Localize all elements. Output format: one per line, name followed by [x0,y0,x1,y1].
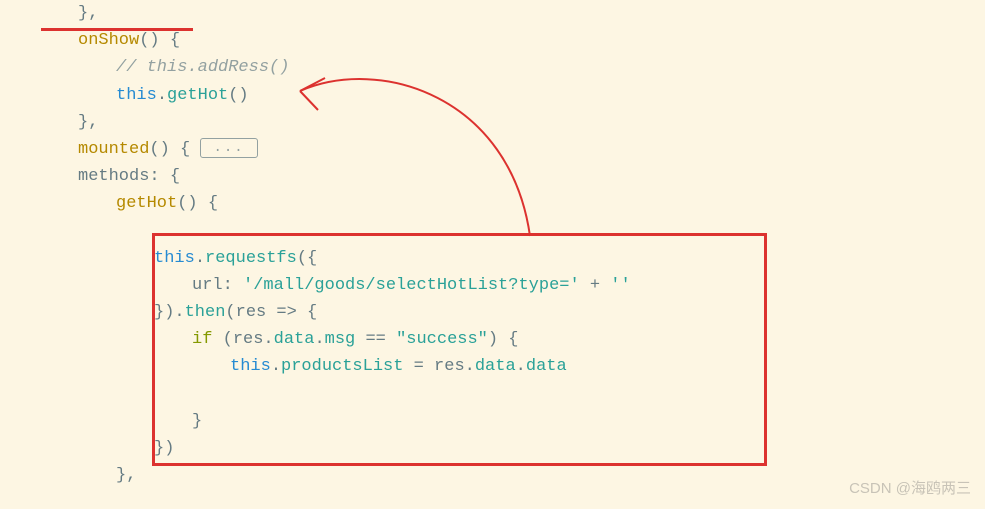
comment-text: // this.addRess() [116,58,289,77]
method-name: mounted [78,140,149,159]
this-keyword: this [116,86,157,105]
method-name: onShow [78,31,139,50]
function-call: getHot [167,86,228,105]
code-line: }, [40,109,985,136]
code-line: methods: { [40,163,985,190]
method-name: getHot [116,194,177,213]
code-fold-button[interactable]: ... [200,138,257,158]
watermark-text: CSDN @海鸥两三 [849,477,971,501]
code-line: onShow() { [40,27,985,54]
red-underline-annotation [41,28,193,31]
code-line: getHot() { [40,190,985,217]
red-box-annotation [152,233,767,466]
code-line: }, [40,0,985,27]
code-line: // this.addRess() [40,54,985,81]
property-name: methods [78,167,149,186]
brace-text: }, [78,4,98,23]
code-line: mounted() { ... [40,136,985,163]
code-line: }, [40,462,985,489]
code-line: this.getHot() [40,82,985,109]
